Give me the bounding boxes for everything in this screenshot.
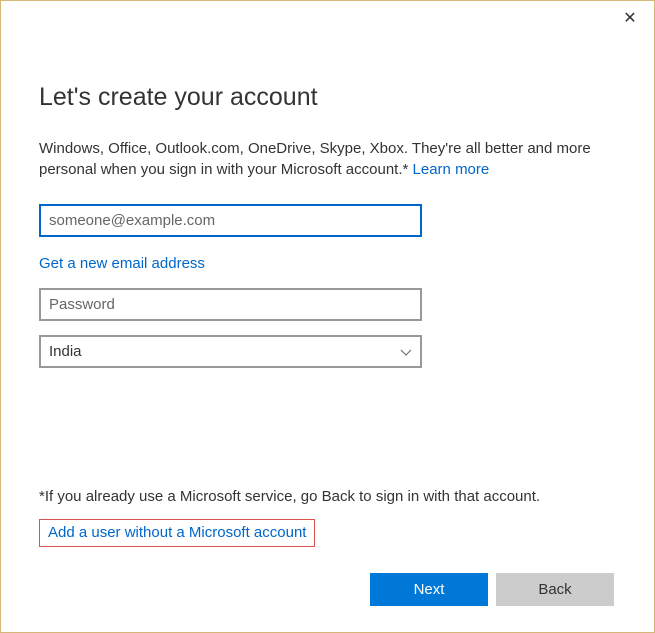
add-user-highlight-box: Add a user without a Microsoft account: [39, 519, 315, 547]
button-row: Next Back: [39, 573, 614, 606]
chevron-down-icon: [400, 345, 412, 359]
country-select[interactable]: India: [39, 335, 422, 368]
back-button[interactable]: Back: [496, 573, 614, 606]
page-title: Let's create your account: [39, 83, 614, 112]
close-icon: ✕: [623, 10, 636, 27]
next-button[interactable]: Next: [370, 573, 488, 606]
add-user-without-account-link[interactable]: Add a user without a Microsoft account: [48, 524, 306, 541]
email-input[interactable]: [39, 204, 422, 237]
new-email-link[interactable]: Get a new email address: [39, 255, 205, 272]
dialog-content: Let's create your account Windows, Offic…: [1, 1, 654, 388]
close-button[interactable]: ✕: [620, 9, 640, 29]
footnote: *If you already use a Microsoft service,…: [39, 488, 614, 505]
password-input[interactable]: [39, 288, 422, 321]
description-body: Windows, Office, Outlook.com, OneDrive, …: [39, 140, 591, 178]
footer-area: *If you already use a Microsoft service,…: [39, 488, 614, 606]
learn-more-link[interactable]: Learn more: [413, 161, 490, 178]
dialog-window: ✕ Let's create your account Windows, Off…: [0, 0, 655, 633]
country-selected-value: India: [49, 343, 82, 360]
description-text: Windows, Office, Outlook.com, OneDrive, …: [39, 138, 594, 180]
